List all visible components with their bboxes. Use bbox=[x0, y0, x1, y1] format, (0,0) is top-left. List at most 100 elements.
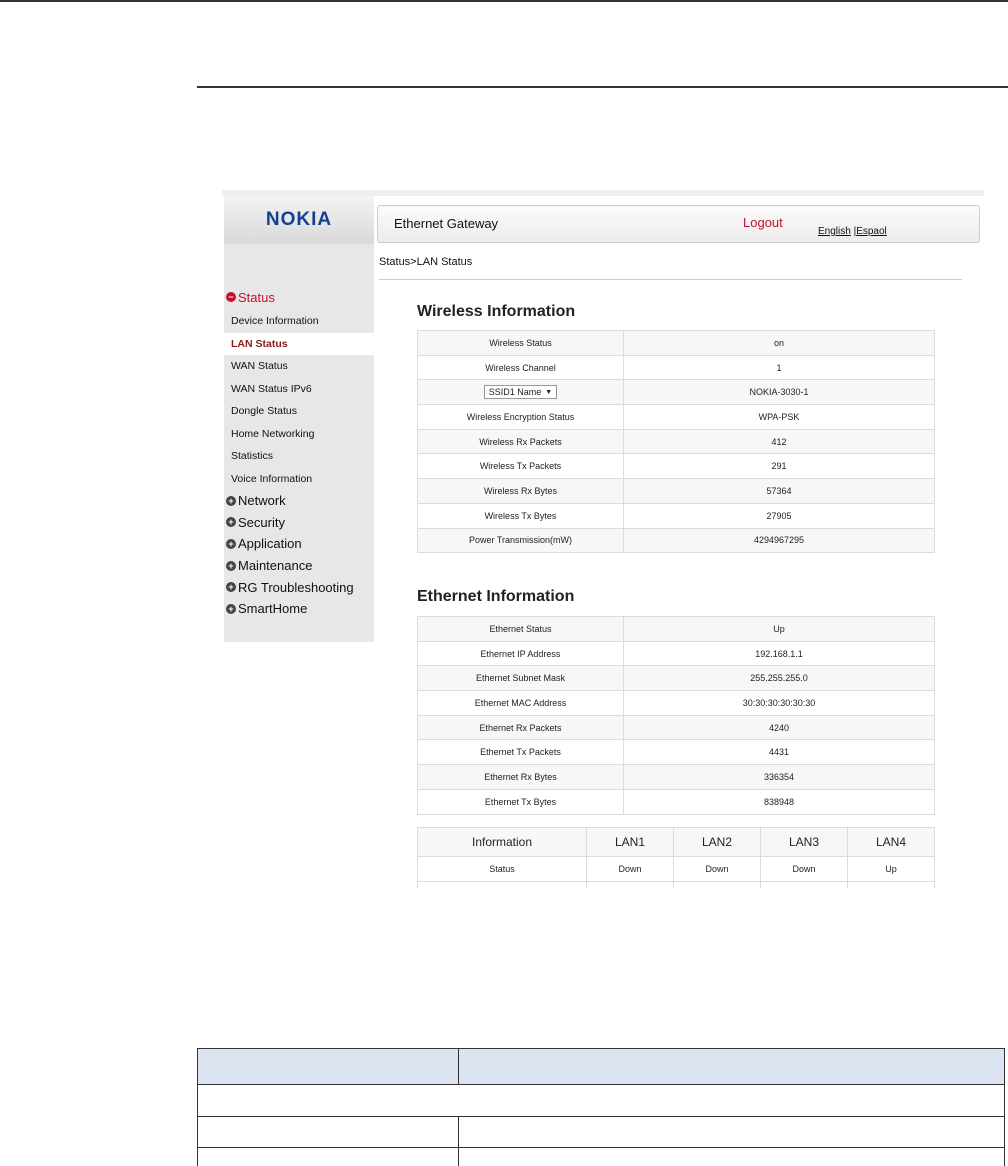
sidebar-item-statistics[interactable]: Statistics bbox=[224, 445, 374, 468]
column-header: Information bbox=[417, 827, 587, 857]
table-row: Wireless Tx Packets 291 bbox=[417, 453, 935, 480]
table-row: Wireless Encryption Status WPA-PSK bbox=[417, 404, 935, 430]
menu-group-security[interactable]: + Security bbox=[224, 512, 374, 534]
row-label: Ethernet Rx Packets bbox=[417, 714, 624, 741]
table-cell: Status bbox=[417, 856, 587, 882]
row-value: NOKIA-3030-1 bbox=[623, 379, 935, 406]
nokia-logo: NOKIA bbox=[265, 209, 333, 230]
document-header-cell bbox=[458, 1048, 1005, 1085]
expand-icon: + bbox=[226, 538, 236, 549]
document-cell bbox=[197, 1116, 459, 1148]
row-value: 1 bbox=[623, 354, 935, 381]
row-label: Wireless Tx Bytes bbox=[417, 502, 624, 529]
document-cell bbox=[197, 1084, 1005, 1117]
table-row: Power Transmission(mW) 4294967295 bbox=[417, 527, 935, 554]
row-value: 336354 bbox=[623, 764, 935, 790]
table-row: SSID1 Name ▼ NOKIA-3030-1 bbox=[417, 379, 935, 406]
document-table bbox=[197, 1048, 1005, 1166]
sidebar-item-home-networking[interactable]: Home Networking bbox=[224, 423, 374, 446]
row-value: 4294967295 bbox=[623, 527, 935, 554]
breadcrumb: Status>LAN Status bbox=[379, 256, 473, 268]
document-cell bbox=[458, 1116, 1005, 1148]
row-label: Wireless Encryption Status bbox=[417, 404, 624, 430]
expand-icon: + bbox=[226, 517, 236, 528]
lang-english-link[interactable]: English bbox=[818, 226, 851, 237]
menu-group-rg-troubleshooting[interactable]: + RG Troubleshooting bbox=[224, 576, 374, 598]
table-row: Wireless Tx Bytes 27905 bbox=[417, 502, 935, 529]
lang-espanol-link[interactable]: Espaol bbox=[856, 226, 887, 237]
sidebar-item-voice-information[interactable]: Voice Information bbox=[224, 468, 374, 491]
sidebar-item-lan-status[interactable]: LAN Status bbox=[224, 332, 374, 355]
row-value: 30:30:30:30:30:30 bbox=[623, 690, 935, 716]
sidebar-item-wan-status-ipv6[interactable]: WAN Status IPv6 bbox=[224, 378, 374, 401]
menu-group-label: Application bbox=[238, 536, 302, 552]
sidebar-item-dongle-status[interactable]: Dongle Status bbox=[224, 400, 374, 423]
gateway-screenshot: NOKIA − Status Device Information LAN St… bbox=[222, 190, 984, 888]
row-value: 192.168.1.1 bbox=[623, 640, 935, 667]
row-label: Ethernet Rx Bytes bbox=[417, 764, 624, 790]
table-row-partial bbox=[417, 881, 935, 888]
column-header: LAN2 bbox=[673, 827, 761, 857]
row-label: Wireless Status bbox=[417, 330, 624, 356]
document-cell bbox=[458, 1147, 1005, 1166]
ssid-select-value: SSID1 Name bbox=[488, 387, 542, 398]
logout-link[interactable]: Logout bbox=[743, 215, 783, 230]
expand-icon: + bbox=[226, 582, 236, 593]
menu-group-status[interactable]: − Status bbox=[224, 286, 374, 308]
wireless-table: Wireless Status on Wireless Channel 1 SS… bbox=[417, 330, 935, 554]
document-table-row bbox=[197, 1084, 1005, 1117]
sidebar: NOKIA − Status Device Information LAN St… bbox=[224, 196, 374, 642]
breadcrumb-divider bbox=[379, 279, 962, 280]
menu-group-label: Status bbox=[238, 289, 275, 305]
wireless-section-title: Wireless Information bbox=[417, 303, 576, 320]
column-header: LAN3 bbox=[760, 827, 848, 857]
table-header-row: Information LAN1 LAN2 LAN3 LAN4 bbox=[417, 827, 935, 857]
ethernet-table: Ethernet Status Up Ethernet IP Address 1… bbox=[417, 616, 935, 815]
row-value: Up bbox=[623, 616, 935, 642]
menu-group-smarthome[interactable]: + SmartHome bbox=[224, 598, 374, 620]
row-label: Power Transmission(mW) bbox=[417, 527, 624, 554]
document-header-cell bbox=[197, 1048, 459, 1085]
menu-group-label: RG Troubleshooting bbox=[238, 579, 354, 595]
menu-group-label: SmartHome bbox=[238, 601, 308, 617]
row-value: 412 bbox=[623, 428, 935, 455]
expand-icon: + bbox=[226, 495, 236, 506]
row-label: Ethernet Tx Packets bbox=[417, 739, 624, 766]
logo-box: NOKIA bbox=[224, 196, 374, 244]
row-value: 57364 bbox=[623, 478, 935, 504]
row-value: 4431 bbox=[623, 739, 935, 766]
document-table-row bbox=[197, 1147, 1005, 1166]
table-row: Ethernet Status Up bbox=[417, 616, 935, 642]
document-cell bbox=[197, 1147, 459, 1166]
table-cell: Down bbox=[586, 856, 674, 882]
table-row: Ethernet IP Address 192.168.1.1 bbox=[417, 640, 935, 667]
table-row: Ethernet MAC Address 30:30:30:30:30:30 bbox=[417, 690, 935, 716]
lan-port-table: Information LAN1 LAN2 LAN3 LAN4 Status D… bbox=[417, 827, 935, 888]
table-cell: Up bbox=[847, 856, 935, 882]
table-cell: Down bbox=[760, 856, 848, 882]
row-label: Ethernet Tx Bytes bbox=[417, 788, 624, 815]
row-value: WPA-PSK bbox=[623, 404, 935, 430]
table-cell bbox=[847, 881, 935, 888]
table-row: Wireless Rx Packets 412 bbox=[417, 428, 935, 455]
sidebar-item-device-information[interactable]: Device Information bbox=[224, 310, 374, 333]
ssid-select[interactable]: SSID1 Name ▼ bbox=[483, 385, 558, 400]
menu-group-maintenance[interactable]: + Maintenance bbox=[224, 555, 374, 577]
table-cell: Down bbox=[673, 856, 761, 882]
row-value: on bbox=[623, 330, 935, 356]
menu-group-network[interactable]: + Network bbox=[224, 490, 374, 512]
table-row: Ethernet Tx Bytes 838948 bbox=[417, 788, 935, 815]
column-header: LAN4 bbox=[847, 827, 935, 857]
row-value: 4240 bbox=[623, 714, 935, 741]
row-label: Ethernet MAC Address bbox=[417, 690, 624, 716]
header-title: Ethernet Gateway bbox=[394, 216, 499, 231]
document-table-row bbox=[197, 1116, 1005, 1148]
chevron-down-icon: ▼ bbox=[545, 388, 553, 396]
table-row: Wireless Channel 1 bbox=[417, 354, 935, 381]
row-label: Wireless Rx Packets bbox=[417, 428, 624, 455]
row-value: 291 bbox=[623, 453, 935, 480]
table-row: Ethernet Rx Packets 4240 bbox=[417, 714, 935, 741]
sidebar-item-wan-status[interactable]: WAN Status bbox=[224, 355, 374, 378]
menu-group-application[interactable]: + Application bbox=[224, 533, 374, 555]
row-label: Ethernet Subnet Mask bbox=[417, 665, 624, 692]
